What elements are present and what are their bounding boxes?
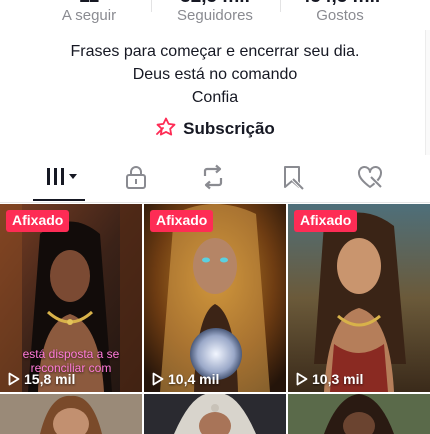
liked-heart-icon bbox=[356, 164, 384, 195]
video-thumbnail[interactable] bbox=[144, 394, 286, 434]
tab-videos[interactable] bbox=[42, 156, 82, 202]
profile-bio: Frases para começar e encerrar seu dia. … bbox=[0, 40, 430, 109]
subscription-button[interactable]: Subscrição bbox=[0, 116, 430, 142]
profile-tabs bbox=[0, 156, 430, 203]
bio-line: Frases para começar e encerrar seu dia. bbox=[70, 43, 360, 60]
view-count-value: 10,4 mil bbox=[168, 371, 220, 387]
bookmark-icon bbox=[279, 164, 305, 195]
tab-liked[interactable] bbox=[350, 156, 390, 202]
view-count: 10,3 mil bbox=[296, 371, 363, 387]
thumbnail-image bbox=[144, 204, 286, 392]
video-thumbnail[interactable]: Afixado 10,4 mil bbox=[144, 204, 286, 392]
video-thumbnail[interactable]: Afixado 10,3 mil bbox=[288, 204, 430, 392]
likes-label: Gostos bbox=[316, 7, 364, 24]
view-count: 10,4 mil bbox=[152, 371, 219, 387]
repost-icon bbox=[199, 164, 227, 195]
videos-grid-icon bbox=[43, 165, 81, 194]
view-count-value: 15,8 mil bbox=[24, 371, 76, 387]
following-label: A seguir bbox=[61, 7, 117, 24]
thumbnail-image bbox=[144, 394, 286, 434]
video-thumbnail[interactable] bbox=[0, 394, 142, 434]
bio-line: Deus está no comando bbox=[132, 66, 298, 83]
play-icon bbox=[152, 372, 164, 386]
star-subscription-icon bbox=[155, 117, 177, 142]
view-count: 15,8 mil bbox=[8, 371, 75, 387]
bio-line: Confia bbox=[191, 89, 239, 106]
tab-private[interactable] bbox=[116, 156, 156, 202]
profile-stats: 11 A seguir 32,5 mil Seguidores 454,5 mi… bbox=[0, 0, 430, 30]
subscription-label: Subscrição bbox=[183, 119, 275, 138]
pinned-badge: Afixado bbox=[150, 210, 214, 232]
video-thumbnail[interactable]: Afixado está disposta a se reconciliar c… bbox=[0, 204, 142, 392]
active-tab-indicator bbox=[33, 199, 85, 201]
thumbnail-image bbox=[288, 204, 430, 392]
thumbnail-image bbox=[0, 394, 142, 434]
tab-reposts[interactable] bbox=[193, 156, 233, 202]
view-count-value: 10,3 mil bbox=[312, 371, 364, 387]
lock-icon bbox=[123, 164, 149, 195]
pinned-badge: Afixado bbox=[6, 210, 70, 232]
tab-favorites[interactable] bbox=[272, 156, 312, 202]
play-icon bbox=[8, 372, 20, 386]
pinned-badge: Afixado bbox=[294, 210, 358, 232]
play-icon bbox=[296, 372, 308, 386]
followers-label: Seguidores bbox=[177, 7, 253, 24]
thumbnail-image bbox=[288, 394, 430, 434]
video-thumbnail[interactable] bbox=[288, 394, 430, 434]
